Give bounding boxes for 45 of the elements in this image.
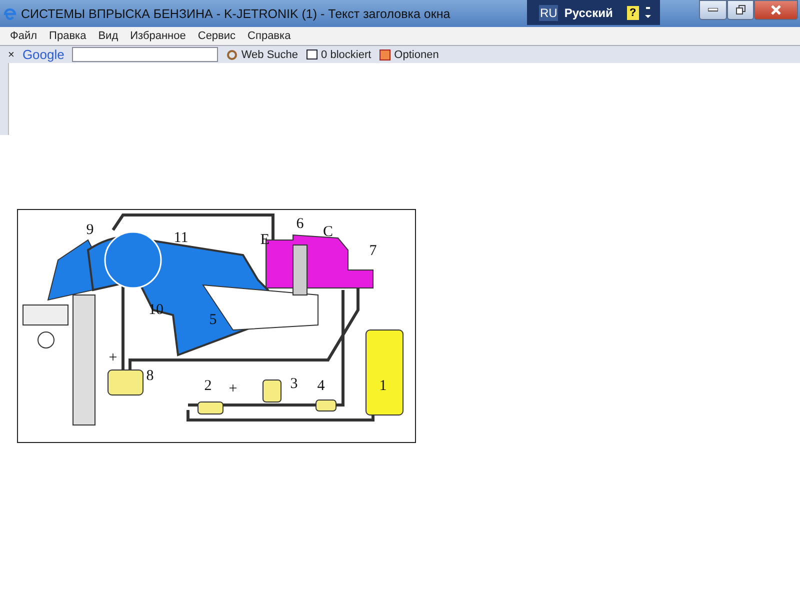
close-toolbar-button[interactable]: × [8, 48, 14, 60]
part-label: 5 [209, 312, 217, 328]
search-field[interactable] [72, 47, 218, 62]
accumulator-drawing [262, 380, 282, 402]
part-label: 6 [296, 216, 304, 232]
part-label: 3 [290, 376, 298, 392]
square-icon [379, 48, 392, 60]
menu-item[interactable]: Избранное [124, 30, 192, 42]
close-button[interactable] [754, 0, 798, 20]
menu-item[interactable]: Справка [242, 30, 297, 42]
language-code[interactable]: RU [539, 4, 558, 20]
popup-blocker-button[interactable]: 0 blockiert [306, 48, 372, 60]
part-label: 2 [204, 378, 212, 394]
part-label: 8 [146, 368, 154, 384]
fuel-pump-drawing [198, 402, 224, 414]
part-label: 7 [369, 243, 377, 259]
menu-item[interactable]: Сервис [192, 30, 242, 42]
fuel-filter-drawing [316, 400, 336, 412]
menu-item[interactable]: Вид [92, 30, 124, 42]
part-label: 11 [174, 230, 188, 246]
window-icon [306, 48, 318, 60]
part-label: C [323, 224, 333, 240]
part-label: E [260, 232, 270, 248]
control-unit-drawing [108, 370, 144, 396]
part-label: 4 [317, 378, 325, 394]
minimize-button[interactable] [699, 0, 727, 20]
part-label: 1 [379, 378, 387, 394]
toolbar-brand[interactable]: Google [22, 47, 64, 62]
part-label: 10 [148, 302, 164, 318]
browser-logo-icon [2, 6, 18, 22]
minimize-icon [708, 8, 718, 12]
help-button[interactable]: ? [626, 6, 639, 20]
part-label: + [228, 381, 238, 397]
close-icon [771, 5, 781, 15]
options-button[interactable]: Optionen [379, 48, 439, 60]
menu-item[interactable]: Правка [43, 30, 92, 42]
part-label: + [108, 350, 118, 366]
menu-item[interactable]: Файл [4, 30, 44, 42]
web-search-button[interactable]: Web Suche [226, 48, 298, 60]
ring-icon [226, 48, 238, 60]
maximize-button[interactable] [727, 0, 754, 20]
language-name[interactable]: Русский [564, 6, 613, 20]
part-label: 9 [86, 222, 94, 238]
window-title: СИСТЕМЫ ВПРЫСКА БЕНЗИНА - K-JETRONIK (1) - Текст заголовка окна [21, 6, 450, 20]
restore-icon [736, 5, 746, 15]
